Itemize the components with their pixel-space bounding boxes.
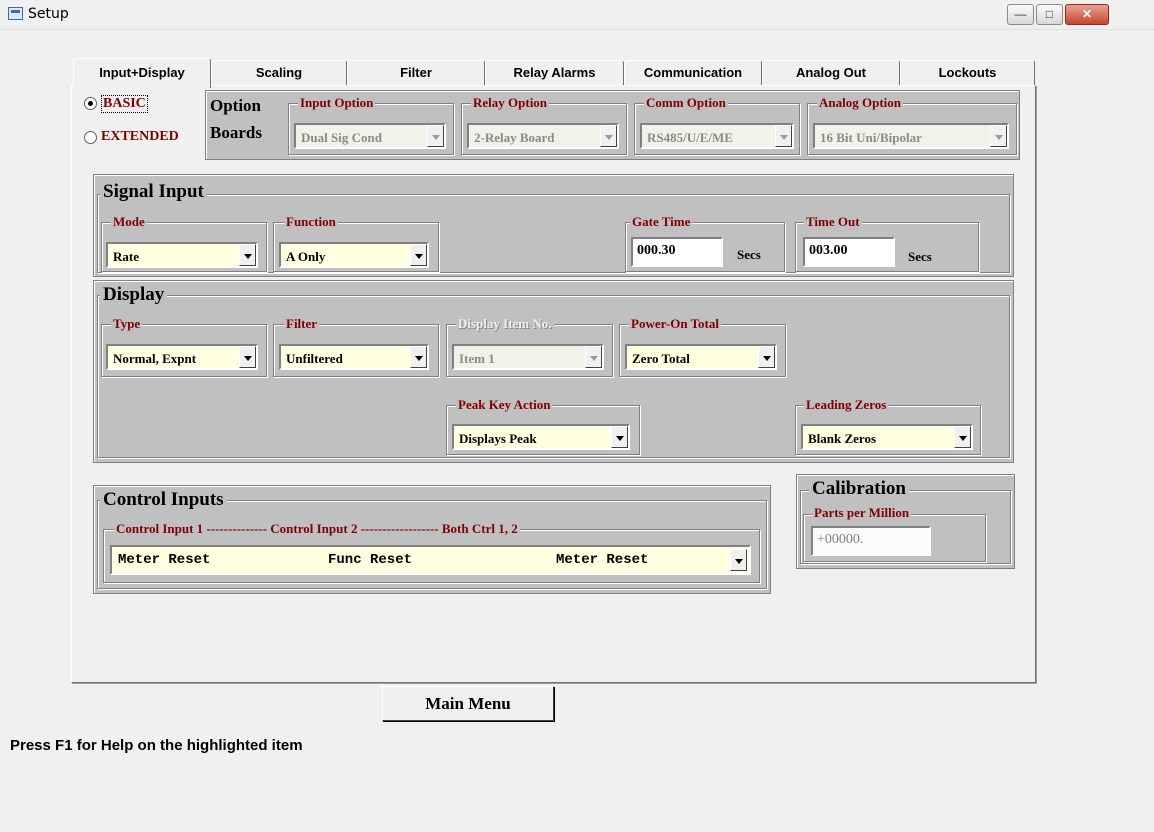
comm-option-label: Comm Option (644, 95, 728, 111)
filter-select[interactable]: Unfiltered (279, 344, 429, 370)
type-value: Normal, Expnt (113, 351, 197, 366)
option-boards-label-2: Boards (210, 123, 262, 142)
power-on-total-label: Power-On Total (629, 316, 721, 332)
chevron-down-icon (758, 346, 775, 368)
function-label: Function (284, 214, 338, 230)
chevron-down-icon (410, 346, 427, 368)
chevron-down-icon (239, 346, 256, 368)
close-button[interactable]: ✕ (1065, 4, 1109, 25)
time-out-input[interactable]: 003.00 (803, 237, 895, 267)
control-inputs-select[interactable]: Meter Reset Func Reset Meter Reset (110, 545, 751, 575)
window-title: Setup (28, 6, 69, 22)
function-select[interactable]: A Only (279, 242, 429, 268)
input-option-select[interactable]: Dual Sig Cond (294, 123, 446, 149)
basic-radio-button[interactable] (84, 97, 97, 110)
tab-communication[interactable]: Communication (624, 60, 762, 85)
control-inputs-header: Control Input 1 -------------- Control I… (114, 521, 520, 537)
minimize-button[interactable]: — (1007, 4, 1034, 25)
control-inputs-title: Control Inputs (100, 489, 227, 511)
chevron-down-icon (585, 346, 602, 368)
comm-option-value: RS485/U/E/ME (647, 130, 733, 145)
chevron-down-icon (954, 426, 971, 448)
close-icon: ✕ (1081, 7, 1093, 21)
chevron-down-icon (410, 244, 427, 266)
display-title: Display (100, 284, 168, 306)
gate-time-label: Gate Time (630, 214, 693, 230)
input-option-label: Input Option (298, 95, 376, 111)
leading-zeros-value: Blank Zeros (808, 431, 877, 446)
gate-time-input[interactable]: 000.30 (631, 237, 723, 267)
ppm-label: Parts per Million (812, 505, 912, 521)
function-value: A Only (286, 249, 326, 264)
tab-scaling[interactable]: Scaling (211, 60, 347, 85)
relay-option-value: 2-Relay Board (474, 130, 555, 145)
tab-lockouts[interactable]: Lockouts (900, 60, 1035, 85)
type-select[interactable]: Normal, Expnt (106, 344, 258, 370)
extended-label: EXTENDED (101, 129, 179, 144)
comm-option-select[interactable]: RS485/U/E/ME (640, 123, 794, 149)
peak-key-select[interactable]: Displays Peak (452, 424, 630, 450)
analog-option-value: 16 Bit Uni/Bipolar (820, 130, 922, 145)
analog-option-select[interactable]: 16 Bit Uni/Bipolar (813, 123, 1009, 149)
app-icon (8, 7, 23, 20)
extended-radio-button[interactable] (84, 131, 97, 144)
chevron-down-icon (427, 125, 444, 147)
mode-value: Rate (113, 249, 139, 264)
tab-analog-out[interactable]: Analog Out (762, 60, 900, 85)
display-item-label: Display Item No. (456, 316, 554, 332)
filter-value: Unfiltered (286, 351, 343, 366)
control-input-1-value: Meter Reset (118, 552, 211, 568)
signal-input-title: Signal Input (100, 181, 207, 203)
display-item-value: Item 1 (459, 351, 495, 366)
tab-relay-alarms[interactable]: Relay Alarms (485, 60, 624, 85)
chevron-down-icon (775, 125, 792, 147)
mode-select[interactable]: Rate (106, 242, 258, 268)
chevron-down-icon (730, 549, 747, 571)
main-menu-button[interactable]: Main Menu (382, 686, 554, 721)
power-on-total-value: Zero Total (632, 351, 690, 366)
chevron-down-icon (239, 244, 256, 266)
control-input-2-value: Func Reset (328, 552, 413, 568)
peak-key-label: Peak Key Action (456, 397, 553, 413)
title-bar: Setup — □ ✕ (0, 0, 1154, 30)
calibration-title: Calibration (809, 478, 909, 500)
display-item-select[interactable]: Item 1 (452, 344, 604, 370)
chevron-down-icon (990, 125, 1007, 147)
help-status-text: Press F1 for Help on the highlighted ite… (10, 737, 303, 754)
relay-option-label: Relay Option (471, 95, 550, 111)
leading-zeros-label: Leading Zeros (804, 397, 889, 413)
tab-input-display[interactable]: Input+Display (73, 58, 211, 88)
type-label: Type (111, 316, 143, 332)
leading-zeros-select[interactable]: Blank Zeros (801, 424, 973, 450)
tab-filter[interactable]: Filter (347, 60, 485, 85)
relay-option-select[interactable]: 2-Relay Board (467, 123, 619, 149)
basic-label: BASIC (101, 95, 148, 113)
maximize-icon: □ (1045, 7, 1054, 21)
chevron-down-icon (611, 426, 628, 448)
power-on-total-select[interactable]: Zero Total (625, 344, 777, 370)
time-out-unit: Secs (908, 249, 932, 264)
peak-key-value: Displays Peak (459, 431, 537, 446)
analog-option-label: Analog Option (817, 95, 903, 111)
chevron-down-icon (600, 125, 617, 147)
input-option-value: Dual Sig Cond (301, 130, 382, 145)
gate-time-unit: Secs (737, 247, 761, 262)
maximize-button[interactable]: □ (1036, 4, 1063, 25)
both-ctrl-value: Meter Reset (556, 552, 649, 568)
option-boards-label-1: Option (210, 96, 262, 115)
time-out-label: Time Out (804, 214, 862, 230)
extended-radio[interactable]: EXTENDED (82, 127, 202, 147)
mode-label: Mode (111, 214, 147, 230)
minimize-icon: — (1014, 7, 1027, 21)
ppm-input[interactable]: +00000. (811, 526, 931, 556)
basic-radio[interactable]: BASIC (82, 95, 172, 113)
filter-label: Filter (284, 316, 320, 332)
